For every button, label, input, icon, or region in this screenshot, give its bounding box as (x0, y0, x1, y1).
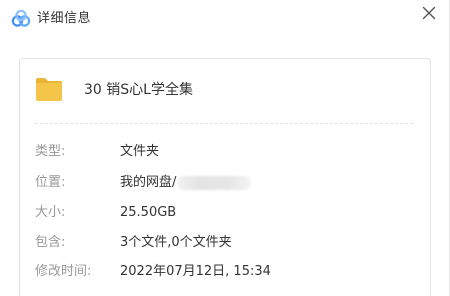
contains-label: 包含: (35, 235, 66, 250)
dialog-title: 详细信息 (37, 11, 92, 26)
folder-icon (36, 78, 62, 101)
file-name: 30 销S心L学全集 (84, 82, 193, 98)
modified-value: 2022年07月12日, 15:34 (120, 264, 271, 279)
size-label: 大小: (35, 205, 66, 220)
details-dialog: 详细信息 30 销S心L学全集 类型: 文件夹 位置: 我的网盘/ 大小: 25… (0, 0, 450, 296)
location-value-wrap: 我的网盘/ (120, 173, 252, 193)
close-icon[interactable] (420, 4, 438, 22)
detail-row-type: 类型: 文件夹 (20, 142, 430, 162)
detail-row-location: 位置: 我的网盘/ (20, 173, 430, 193)
location-value: 我的网盘/ (120, 175, 177, 190)
modified-label: 修改时间: (35, 264, 92, 279)
title-bar: 详细信息 (0, 0, 450, 40)
type-label: 类型: (35, 144, 66, 159)
divider (35, 123, 413, 124)
netdisk-logo-icon (11, 9, 31, 27)
type-value: 文件夹 (120, 144, 160, 159)
size-value: 25.50GB (120, 205, 177, 220)
detail-row-modified: 修改时间: 2022年07月12日, 15:34 (20, 262, 430, 282)
detail-row-size: 大小: 25.50GB (20, 203, 430, 223)
contains-value: 3个文件,0个文件夹 (120, 235, 232, 250)
location-label: 位置: (35, 175, 66, 190)
redacted-path (177, 175, 252, 190)
detail-row-contains: 包含: 3个文件,0个文件夹 (20, 233, 430, 253)
file-info-card: 30 销S心L学全集 类型: 文件夹 位置: 我的网盘/ 大小: 25.50GB… (19, 58, 431, 296)
